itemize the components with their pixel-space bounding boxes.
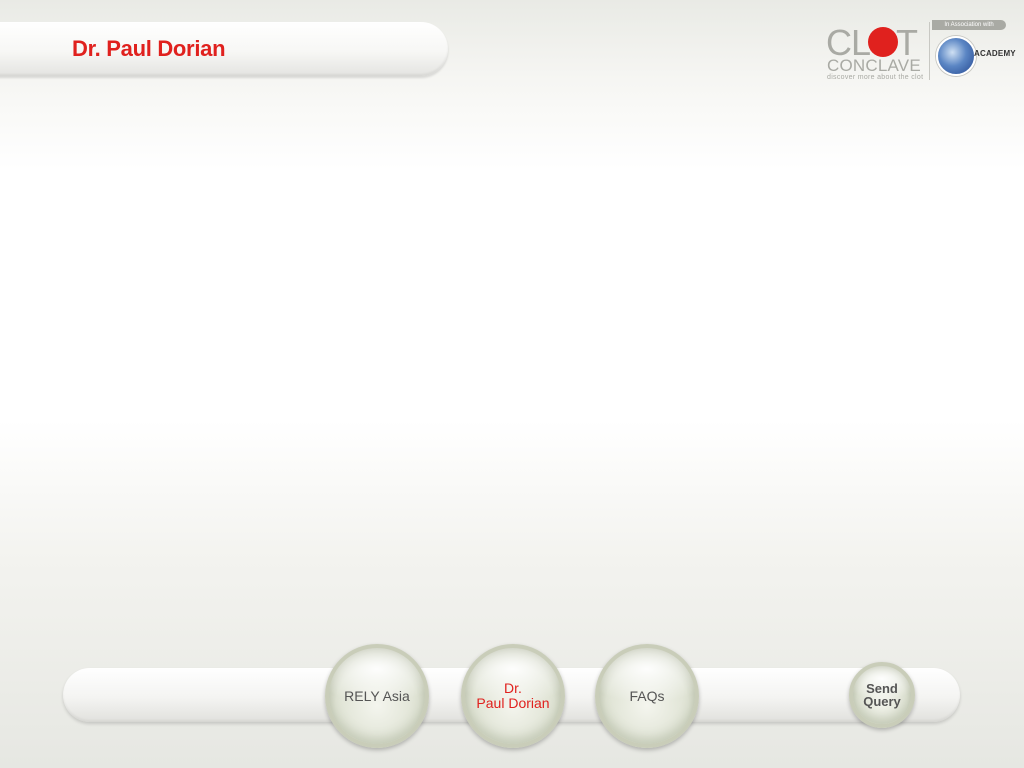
- nav-send-query-button[interactable]: Send Query: [849, 662, 915, 728]
- nav-send-label-line2: Query: [863, 694, 901, 709]
- clot-conclave-logo: CL T CONCLAVE discover more about the clo…: [826, 18, 1016, 84]
- nav-faqs-label: FAQs: [629, 687, 665, 704]
- page-title-bar: Dr. Paul Dorian: [0, 22, 448, 76]
- logo-tagline: discover more about the clot: [827, 74, 924, 81]
- page-title: Dr. Paul Dorian: [72, 36, 226, 61]
- logo-red-dot-icon: [868, 27, 898, 57]
- academy-label: ACADEMY: [974, 49, 1016, 58]
- nav-dr-paul-dorian-button[interactable]: Dr. Paul Dorian: [461, 644, 565, 748]
- nav-dr-label-line2: Paul Dorian: [476, 695, 550, 711]
- nav-dr-label-line1: Dr.: [504, 680, 522, 696]
- logo-conclave-text: CONCLAVE: [827, 56, 921, 75]
- globe-icon: [936, 36, 976, 76]
- nav-rely-asia-button[interactable]: RELY Asia: [325, 644, 429, 748]
- association-label: In Association with: [932, 20, 1006, 30]
- logo-divider: [929, 22, 930, 80]
- nav-rely-asia-label: RELY Asia: [344, 687, 410, 704]
- nav-faqs-button[interactable]: FAQs: [595, 644, 699, 748]
